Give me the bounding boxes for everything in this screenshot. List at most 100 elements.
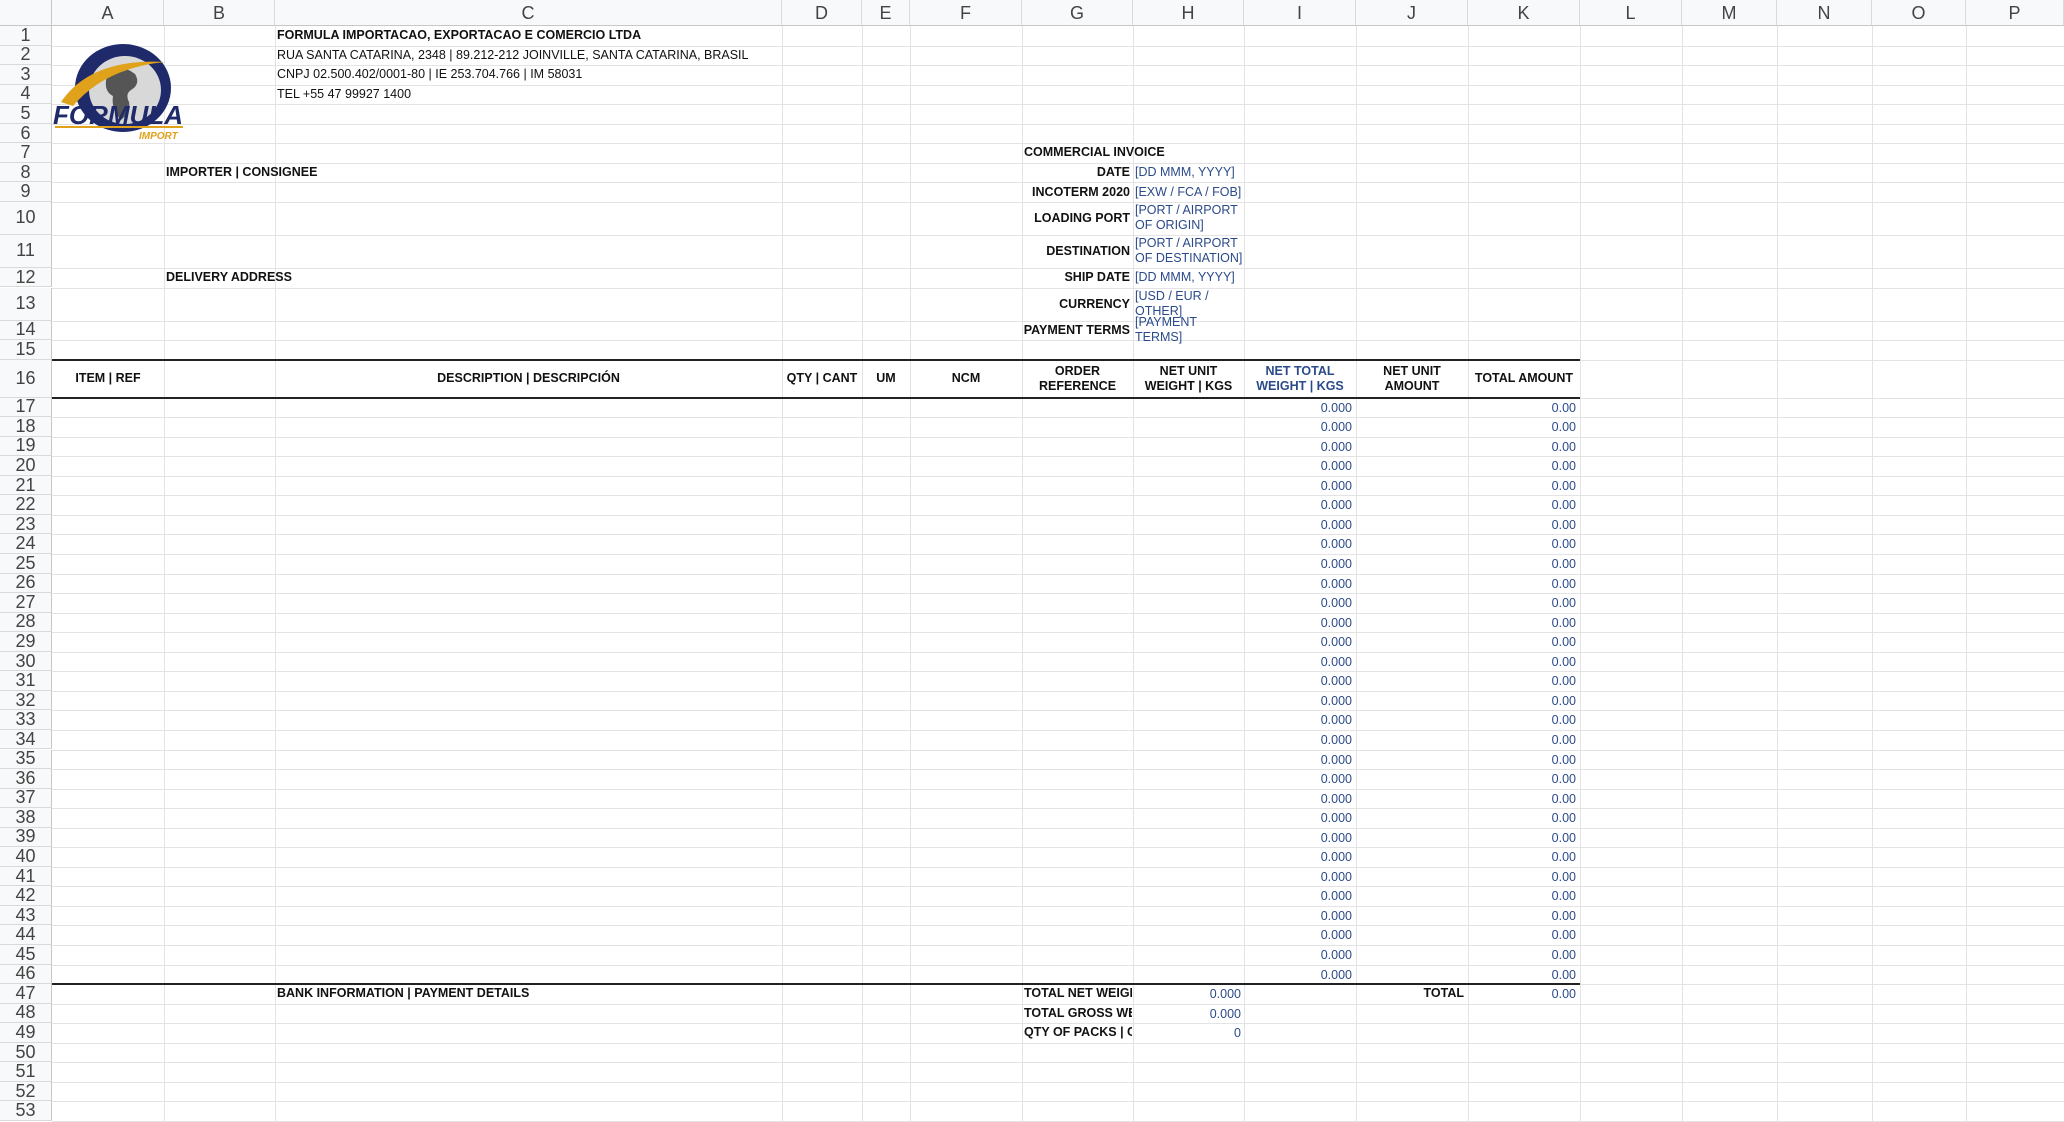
row-header-35[interactable]: 35 (0, 748, 52, 770)
row-header-28[interactable]: 28 (0, 611, 52, 633)
row-header-15[interactable]: 15 (0, 339, 52, 360)
row-header-32[interactable]: 32 (0, 690, 52, 711)
net-total-weight-cell[interactable]: 0.000 (1246, 537, 1352, 552)
row-header-23[interactable]: 23 (0, 514, 52, 535)
net-total-weight-cell[interactable]: 0.000 (1246, 479, 1352, 494)
total-amount-cell[interactable]: 0.00 (1470, 596, 1576, 611)
total-amount-cell[interactable]: 0.00 (1470, 831, 1576, 846)
total-amount-cell[interactable]: 0.00 (1470, 655, 1576, 670)
column-header-f[interactable]: F (910, 0, 1022, 26)
row-header-36[interactable]: 36 (0, 768, 52, 789)
total-amount-cell[interactable]: 0.00 (1470, 753, 1576, 768)
row-header-25[interactable]: 25 (0, 553, 52, 574)
row-header-42[interactable]: 42 (0, 885, 52, 906)
row-header-31[interactable]: 31 (0, 670, 52, 691)
row-header-33[interactable]: 33 (0, 709, 52, 730)
total-amount-cell[interactable]: 0.00 (1470, 616, 1576, 631)
row-header-18[interactable]: 18 (0, 416, 52, 437)
row-header-21[interactable]: 21 (0, 475, 52, 496)
total-amount-cell[interactable]: 0.00 (1470, 928, 1576, 943)
net-total-weight-cell[interactable]: 0.000 (1246, 616, 1352, 631)
spreadsheet-grid[interactable]: ABCDEFGHIJKLMNOP 1 2 3 4 5 6 7 8 9 10 11 12 13 14 15 16… (0, 0, 2064, 1122)
net-total-weight-cell[interactable]: 0.000 (1246, 733, 1352, 748)
total-amount-cell[interactable]: 0.00 (1470, 537, 1576, 552)
total-amount-cell[interactable]: 0.00 (1470, 479, 1576, 494)
row-header-27[interactable]: 27 (0, 592, 52, 613)
column-header-m[interactable]: M (1682, 0, 1777, 26)
net-total-weight-cell[interactable]: 0.000 (1246, 753, 1352, 768)
row-header-29[interactable]: 29 (0, 631, 52, 652)
column-header-b[interactable]: B (164, 0, 275, 26)
net-total-weight-cell[interactable]: 0.000 (1246, 968, 1352, 983)
column-header-n[interactable]: N (1777, 0, 1872, 26)
table-header[interactable]: TOTAL AMOUNT (1470, 360, 1578, 398)
row-header-40[interactable]: 40 (0, 846, 52, 867)
row-header-46[interactable]: 46 (0, 963, 52, 985)
table-header[interactable]: UM (864, 360, 908, 398)
row-header-19[interactable]: 19 (0, 435, 52, 457)
row-header-10[interactable]: 10 (0, 201, 52, 235)
total-amount-cell[interactable]: 0.00 (1470, 792, 1576, 807)
row-header-20[interactable]: 20 (0, 455, 52, 476)
row-header-34[interactable]: 34 (0, 729, 52, 750)
total-gross-weight-value[interactable]: 0.000 (1135, 1007, 1241, 1022)
column-header-e[interactable]: E (862, 0, 910, 26)
total-amount-cell[interactable]: 0.00 (1470, 440, 1576, 455)
row-header-53[interactable]: 53 (0, 1100, 52, 1121)
row-header-12[interactable]: 12 (0, 267, 52, 288)
net-total-weight-cell[interactable]: 0.000 (1246, 401, 1352, 416)
row-header-16[interactable]: 16 (0, 359, 52, 398)
row-header-3[interactable]: 3 (0, 64, 52, 85)
row-header-9[interactable]: 9 (0, 181, 52, 202)
net-total-weight-cell[interactable]: 0.000 (1246, 870, 1352, 885)
table-header[interactable]: NET UNIT WEIGHT | KGS (1135, 360, 1242, 398)
net-total-weight-cell[interactable]: 0.000 (1246, 948, 1352, 963)
total-amount-cell[interactable]: 0.00 (1470, 498, 1576, 513)
total-amount-cell[interactable]: 0.00 (1470, 850, 1576, 865)
net-total-weight-cell[interactable]: 0.000 (1246, 596, 1352, 611)
net-total-weight-cell[interactable]: 0.000 (1246, 440, 1352, 455)
total-amount-cell[interactable]: 0.00 (1470, 713, 1576, 728)
row-header-43[interactable]: 43 (0, 905, 52, 926)
column-header-l[interactable]: L (1580, 0, 1682, 26)
total-amount-cell[interactable]: 0.00 (1470, 968, 1576, 983)
qty-packs-value[interactable]: 0 (1135, 1026, 1241, 1041)
table-header[interactable]: DESCRIPTION | DESCRIPCIÓN (277, 360, 780, 398)
net-total-weight-cell[interactable]: 0.000 (1246, 694, 1352, 709)
total-amount-cell[interactable]: 0.00 (1470, 811, 1576, 826)
table-header[interactable]: NET UNIT AMOUNT (1358, 360, 1466, 398)
total-amount-cell[interactable]: 0.00 (1470, 401, 1576, 416)
net-total-weight-cell[interactable]: 0.000 (1246, 459, 1352, 474)
net-total-weight-cell[interactable]: 0.000 (1246, 713, 1352, 728)
row-header-26[interactable]: 26 (0, 572, 52, 594)
net-total-weight-cell[interactable]: 0.000 (1246, 557, 1352, 572)
column-header-j[interactable]: J (1356, 0, 1468, 26)
row-header-51[interactable]: 51 (0, 1061, 52, 1082)
column-header-h[interactable]: H (1133, 0, 1244, 26)
row-header-30[interactable]: 30 (0, 651, 52, 672)
net-total-weight-cell[interactable]: 0.000 (1246, 850, 1352, 865)
row-header-39[interactable]: 39 (0, 826, 52, 848)
row-header-41[interactable]: 41 (0, 866, 52, 887)
row-header-11[interactable]: 11 (0, 234, 52, 268)
total-amount-cell[interactable]: 0.00 (1470, 870, 1576, 885)
net-total-weight-cell[interactable]: 0.000 (1246, 498, 1352, 513)
column-header-d[interactable]: D (782, 0, 862, 26)
total-net-weight-value[interactable]: 0.000 (1135, 987, 1241, 1002)
net-total-weight-cell[interactable]: 0.000 (1246, 811, 1352, 826)
row-header-7[interactable]: 7 (0, 142, 52, 163)
total-amount-cell[interactable]: 0.00 (1470, 577, 1576, 592)
row-header-52[interactable]: 52 (0, 1081, 52, 1102)
row-header-47[interactable]: 47 (0, 983, 52, 1004)
table-header[interactable]: ORDER REFERENCE (1024, 360, 1131, 398)
total-amount-cell[interactable]: 0.00 (1470, 733, 1576, 748)
net-total-weight-cell[interactable]: 0.000 (1246, 420, 1352, 435)
row-header-24[interactable]: 24 (0, 533, 52, 554)
net-total-weight-cell[interactable]: 0.000 (1246, 928, 1352, 943)
row-header-49[interactable]: 49 (0, 1022, 52, 1043)
row-header-48[interactable]: 48 (0, 1002, 52, 1024)
row-header-4[interactable]: 4 (0, 83, 52, 105)
row-header-14[interactable]: 14 (0, 319, 52, 341)
total-amount-cell[interactable]: 0.00 (1470, 459, 1576, 474)
total-amount-cell[interactable]: 0.00 (1470, 635, 1576, 650)
